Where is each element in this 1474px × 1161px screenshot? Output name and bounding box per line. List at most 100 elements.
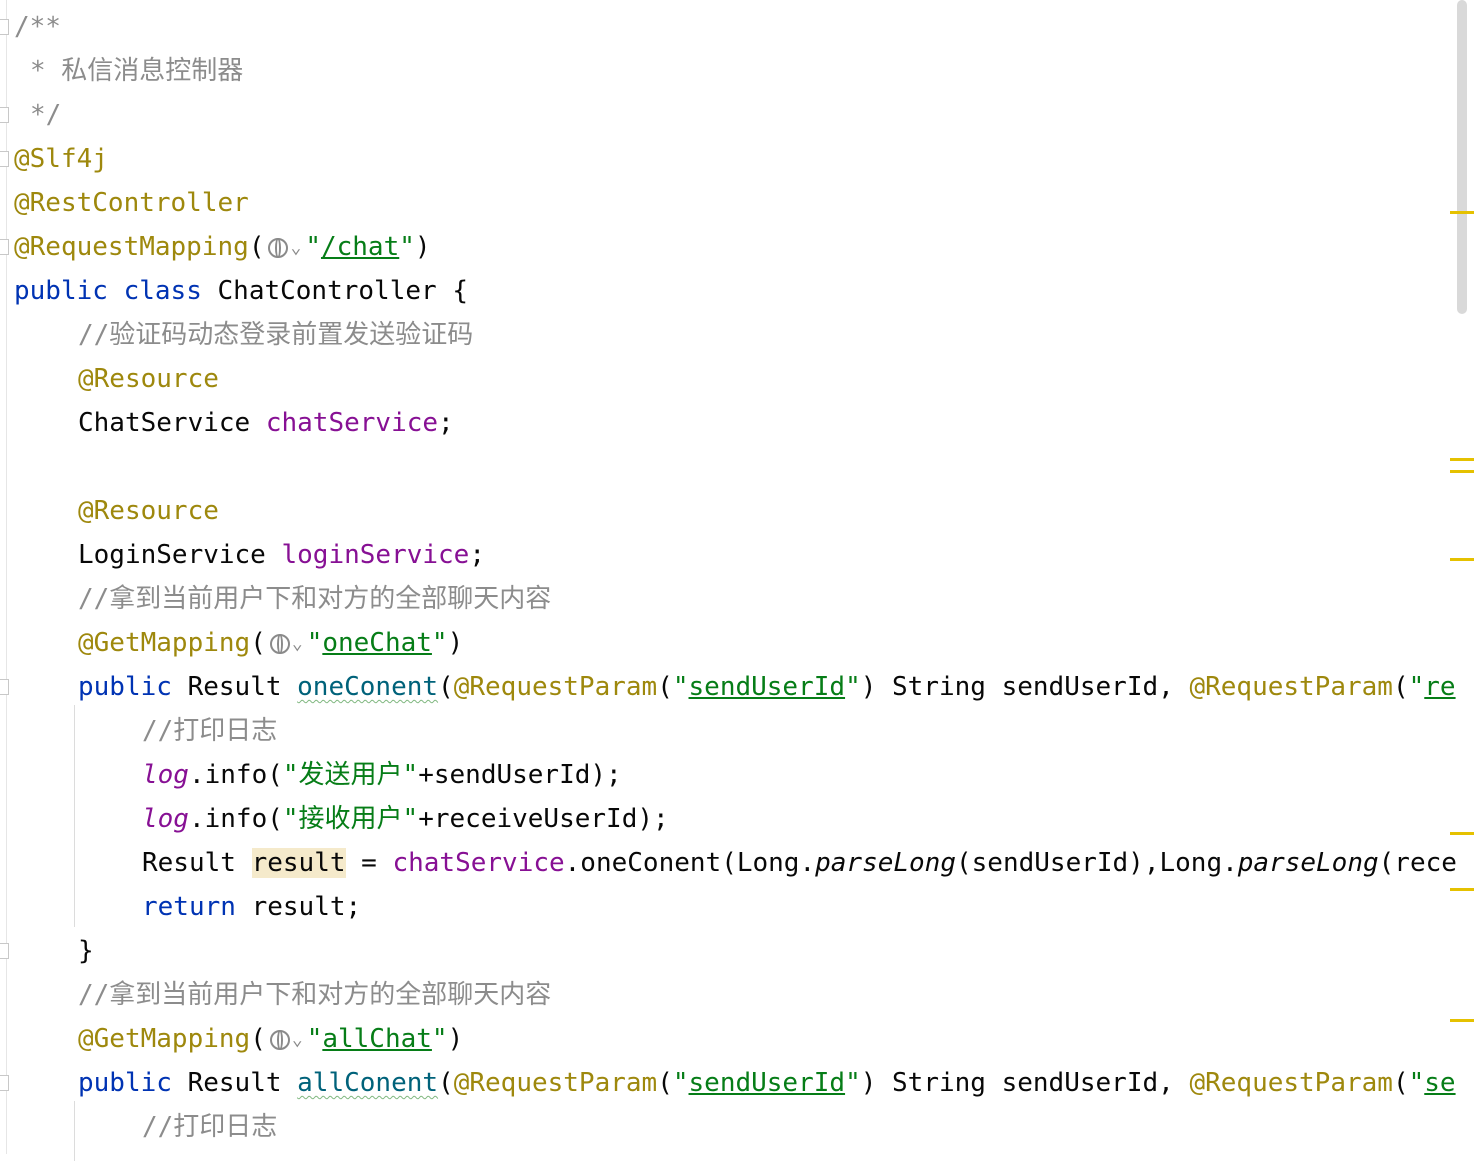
fold-marker[interactable]: [0, 1075, 9, 1091]
warning-marker[interactable]: [1450, 470, 1474, 473]
code-token: Result: [171, 1068, 298, 1098]
scrollbar-thumb[interactable]: [1457, 0, 1467, 314]
code-token: (sendUserId),Long.: [956, 848, 1238, 878]
code-token: (rece: [1378, 848, 1457, 878]
code-line[interactable]: //拿到当前用户下和对方的全部聊天内容: [14, 973, 551, 1017]
code-token: @RequestParam: [453, 672, 658, 702]
gutter: [6, 0, 7, 1154]
fold-marker[interactable]: [0, 679, 9, 695]
code-line[interactable]: ChatService chatService;: [14, 401, 454, 445]
code-token: result: [251, 848, 346, 878]
code-token: ;: [469, 540, 485, 570]
code-token: ChatController {: [201, 276, 468, 306]
code-token: oneConent: [297, 672, 439, 702]
code-token: public: [78, 672, 172, 702]
code-token: (: [1392, 672, 1409, 702]
code-token: @RequestParam: [1189, 672, 1393, 702]
globe-icon[interactable]: [268, 238, 289, 258]
code-line[interactable]: @GetMapping(⌄ "oneChat"): [14, 621, 463, 665]
code-token: ": [399, 232, 415, 262]
code-line[interactable]: //验证码动态登录前置发送验证码: [14, 313, 473, 357]
code-token: public: [14, 276, 108, 306]
code-token: ": [845, 672, 861, 702]
code-line[interactable]: return result;: [14, 885, 361, 929]
code-token: @GetMapping: [78, 1024, 251, 1054]
code-line[interactable]: /**: [14, 5, 61, 49]
fold-marker[interactable]: [0, 151, 9, 167]
fold-marker[interactable]: [0, 107, 9, 123]
code-token: /chat: [320, 232, 400, 262]
code-token: +sendUserId);: [418, 760, 622, 790]
warning-marker[interactable]: [1450, 832, 1474, 835]
code-token: ): [447, 1024, 464, 1054]
fold-marker[interactable]: [0, 19, 9, 35]
code-token: "接收用户": [282, 804, 419, 834]
code-line[interactable]: @Resource: [14, 489, 219, 533]
code-line[interactable]: //打印日志: [14, 709, 277, 753]
code-line[interactable]: @GetMapping(⌄ "allChat"): [14, 1017, 463, 1061]
code-token: ": [672, 1068, 689, 1098]
code-token: @Resource: [78, 364, 219, 394]
chevron-down-icon[interactable]: ⌄: [290, 237, 301, 258]
code-token: //打印日志: [142, 716, 278, 746]
code-line[interactable]: log.info("发送用户"+sendUserId);: [14, 753, 622, 797]
code-line[interactable]: //拿到当前用户下和对方的全部聊天内容: [14, 577, 551, 621]
warning-marker[interactable]: [1450, 888, 1474, 891]
fold-marker[interactable]: [0, 239, 9, 255]
code-token: (: [657, 1068, 673, 1098]
code-line[interactable]: * 私信消息控制器: [14, 49, 243, 93]
code-token: @RestController: [14, 188, 249, 218]
code-line[interactable]: @Resource: [14, 357, 219, 401]
globe-icon[interactable]: [269, 634, 290, 654]
code-token: .info(: [188, 804, 283, 834]
code-token: loginService: [281, 540, 470, 570]
code-line[interactable]: log.info("接收用户"+receiveUserId);: [14, 797, 669, 841]
code-token: ": [431, 628, 448, 658]
code-line[interactable]: @RequestMapping(⌄ "/chat"): [14, 225, 431, 269]
code-line[interactable]: public Result allConent(@RequestParam("s…: [14, 1061, 1456, 1105]
code-token: ;: [438, 408, 454, 438]
code-token: ": [306, 628, 323, 658]
code-token: ": [1408, 672, 1425, 702]
code-token: =: [345, 848, 393, 878]
code-token: result;: [235, 892, 362, 922]
code-line[interactable]: */: [14, 93, 61, 137]
code-token: @RequestParam: [1189, 1068, 1393, 1098]
code-token: .info(: [188, 760, 283, 790]
code-editor[interactable]: /** * 私信消息控制器 */ @Slf4j @RestController @Requ…: [0, 0, 1474, 1161]
globe-icon[interactable]: [269, 1030, 290, 1050]
code-token: @RequestParam: [453, 1068, 658, 1098]
code-token: ): [414, 232, 431, 262]
code-token: (: [438, 672, 454, 702]
code-token: ChatService: [78, 408, 266, 438]
code-line[interactable]: public Result oneConent(@RequestParam("s…: [14, 665, 1456, 709]
code-token: chatService: [265, 408, 439, 438]
indent-guide: [74, 705, 75, 927]
code-token: //验证码动态登录前置发送验证码: [78, 320, 474, 350]
warning-marker[interactable]: [1450, 211, 1474, 214]
code-token: log: [142, 760, 189, 790]
code-token: (: [1392, 1068, 1409, 1098]
code-token: ": [431, 1024, 448, 1054]
code-token: return: [142, 892, 236, 922]
code-token: ": [305, 232, 321, 262]
code-token: }: [78, 936, 94, 966]
code-token: ) String sendUserId,: [860, 672, 1190, 702]
warning-marker[interactable]: [1450, 458, 1474, 461]
code-line[interactable]: //打印日志: [14, 1105, 277, 1149]
code-line[interactable]: @Slf4j: [14, 137, 108, 181]
code-token: log: [142, 804, 189, 834]
fold-marker[interactable]: [0, 943, 9, 959]
warning-marker[interactable]: [1450, 558, 1474, 561]
code-token: @RequestMapping: [14, 232, 249, 262]
code-token: LoginService: [78, 540, 282, 570]
chevron-down-icon[interactable]: ⌄: [292, 633, 303, 654]
code-line[interactable]: @RestController: [14, 181, 249, 225]
code-line[interactable]: LoginService loginService;: [14, 533, 485, 577]
chevron-down-icon[interactable]: ⌄: [292, 1029, 303, 1050]
code-line[interactable]: public class ChatController {: [14, 269, 468, 313]
scrollbar[interactable]: [1450, 0, 1474, 1154]
code-line[interactable]: }: [14, 929, 94, 973]
warning-marker[interactable]: [1450, 1019, 1474, 1022]
code-line[interactable]: Result result = chatService.oneConent(Lo…: [14, 841, 1457, 885]
